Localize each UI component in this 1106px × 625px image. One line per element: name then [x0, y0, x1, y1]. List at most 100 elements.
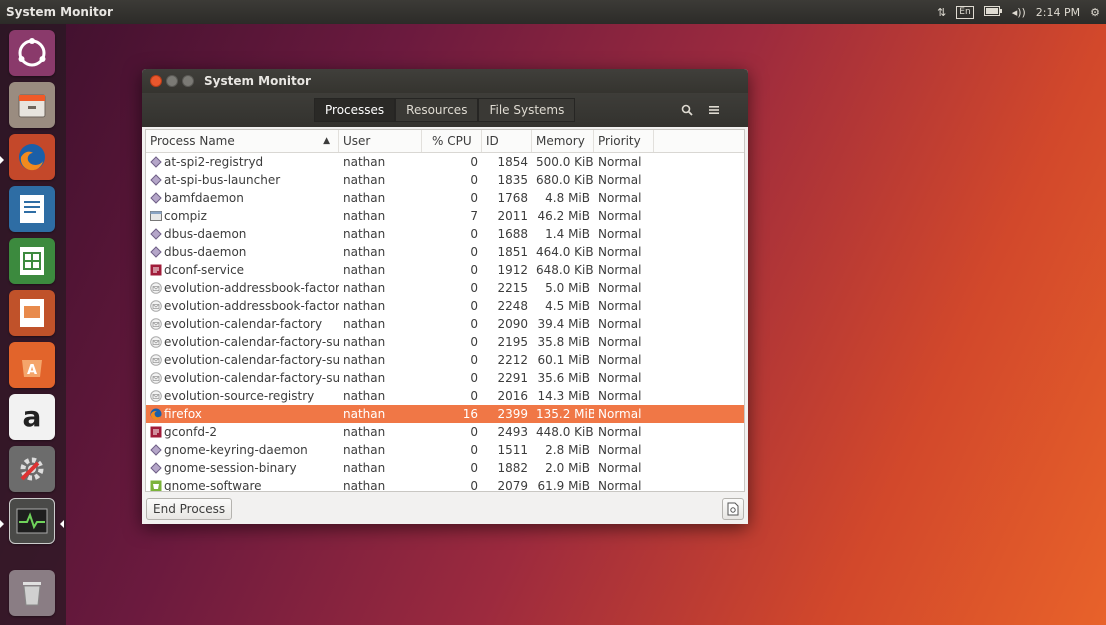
process-row[interactable]: gconfd-2 nathan 0 2493 448.0 KiB Normal	[146, 423, 744, 441]
process-row[interactable]: bamfdaemon nathan 0 1768 4.8 MiB Normal	[146, 189, 744, 207]
network-icon[interactable]: ⇅	[937, 6, 946, 19]
trash-icon	[18, 577, 46, 609]
minimize-window-button[interactable]	[166, 75, 178, 87]
process-name-cell: evolution-calendar-factory-sul	[146, 333, 339, 351]
process-memory: 680.0 KiB	[536, 173, 594, 187]
launcher-files[interactable]	[9, 82, 55, 128]
column-header-priority[interactable]: Priority	[594, 130, 654, 152]
process-priority: Normal	[598, 479, 642, 492]
process-priority: Normal	[598, 317, 642, 331]
process-priority: Normal	[598, 245, 642, 259]
process-name-cell: gnome-keyring-daemon	[146, 441, 339, 459]
process-row[interactable]: evolution-calendar-factory nathan 0 2090 39.…	[146, 315, 744, 333]
process-user: nathan	[343, 191, 386, 205]
process-name-cell: evolution-addressbook-factor	[146, 279, 339, 297]
launcher-libreoffice-impress[interactable]	[9, 290, 55, 336]
session-gear-icon[interactable]: ⚙	[1090, 6, 1100, 19]
column-header-process-name[interactable]: Process Name ▲	[146, 130, 339, 152]
process-id: 2195	[497, 335, 528, 349]
process-name: evolution-calendar-factory-sul	[164, 371, 339, 385]
process-cpu: 0	[470, 191, 478, 205]
process-row[interactable]: gnome-keyring-daemon nathan 0 1511 2.8 MiB No…	[146, 441, 744, 459]
column-header-memory[interactable]: Memory	[532, 130, 594, 152]
process-row[interactable]: evolution-source-registry nathan 0 2016 14.3…	[146, 387, 744, 405]
launcher-ubuntu-software[interactable]: A	[9, 342, 55, 388]
process-user: nathan	[343, 281, 386, 295]
process-priority: Normal	[598, 299, 642, 313]
process-table[interactable]: Process Name ▲ User % CPU ID Memory Prio…	[145, 129, 745, 492]
process-row[interactable]: gnome-session-binary nathan 0 1882 2.0 MiB No…	[146, 459, 744, 477]
tab-file-systems[interactable]: File Systems	[478, 98, 576, 122]
launcher-libreoffice-writer[interactable]	[9, 186, 55, 232]
process-diamond-icon	[150, 246, 162, 258]
header-toolbar: Processes Resources File Systems	[142, 93, 748, 127]
launcher-system-settings[interactable]	[9, 446, 55, 492]
process-row[interactable]: evolution-calendar-factory-sul nathan 0 229…	[146, 369, 744, 387]
process-name: gnome-session-binary	[164, 461, 297, 475]
launcher-libreoffice-calc[interactable]	[9, 238, 55, 284]
window-titlebar[interactable]: System Monitor	[142, 69, 748, 93]
column-label-process-name: Process Name	[150, 134, 235, 148]
maximize-window-button[interactable]	[182, 75, 194, 87]
process-priority: Normal	[598, 389, 642, 403]
dash-home-button[interactable]	[9, 30, 55, 76]
process-dconf-icon	[150, 264, 162, 276]
process-id: 2212	[497, 353, 528, 367]
process-row[interactable]: evolution-calendar-factory-sul nathan 0 221…	[146, 351, 744, 369]
process-memory: 448.0 KiB	[536, 425, 594, 439]
process-priority: Normal	[598, 443, 642, 457]
top-panel: System Monitor ⇅ En ◂)) 2:14 PM ⚙	[0, 0, 1106, 24]
process-row[interactable]: firefox nathan 16 2399 135.2 MiB Normal	[146, 405, 744, 423]
process-name: evolution-calendar-factory	[164, 317, 323, 331]
process-user: nathan	[343, 209, 386, 223]
keyboard-layout-indicator[interactable]: En	[956, 5, 974, 19]
column-header-cpu[interactable]: % CPU	[422, 130, 482, 152]
launcher-trash[interactable]	[9, 570, 55, 616]
process-row[interactable]: evolution-addressbook-factor nathan 0 2248 4…	[146, 297, 744, 315]
process-memory: 2.8 MiB	[545, 443, 590, 457]
end-process-button[interactable]: End Process	[146, 498, 233, 520]
process-name-cell: at-spi-bus-launcher	[146, 171, 339, 189]
process-priority: Normal	[598, 191, 642, 205]
tab-processes[interactable]: Processes	[314, 98, 396, 122]
process-cpu: 0	[470, 335, 478, 349]
process-row[interactable]: at-spi2-registryd nathan 0 1854 500.0 KiB Nor…	[146, 153, 744, 171]
launcher-firefox[interactable]	[9, 134, 55, 180]
process-priority: Normal	[598, 155, 642, 169]
process-id: 1912	[497, 263, 528, 277]
process-id: 2011	[497, 209, 528, 223]
tab-resources[interactable]: Resources	[395, 98, 479, 122]
process-properties-button[interactable]	[722, 498, 744, 520]
search-button[interactable]	[675, 98, 699, 122]
process-row[interactable]: gnome-software nathan 0 2079 61.9 MiB Normal	[146, 477, 744, 492]
column-header-user[interactable]: User	[339, 130, 422, 152]
ubuntu-logo-icon	[17, 38, 47, 68]
column-header-id[interactable]: ID	[482, 130, 532, 152]
process-row[interactable]: dbus-daemon nathan 0 1851 464.0 KiB Normal	[146, 243, 744, 261]
process-row[interactable]: dbus-daemon nathan 0 1688 1.4 MiB Normal	[146, 225, 744, 243]
process-row[interactable]: evolution-calendar-factory-sul nathan 0 219…	[146, 333, 744, 351]
clock[interactable]: 2:14 PM	[1036, 6, 1080, 19]
launcher-amazon[interactable]: a	[9, 394, 55, 440]
process-row[interactable]: at-spi-bus-launcher nathan 0 1835 680.0 KiB N…	[146, 171, 744, 189]
process-user: nathan	[343, 263, 386, 277]
process-cpu: 0	[470, 263, 478, 277]
menu-button[interactable]	[702, 98, 726, 122]
process-row[interactable]: compiz nathan 7 2011 46.2 MiB Normal	[146, 207, 744, 225]
process-cpu: 0	[470, 479, 478, 492]
process-row[interactable]: evolution-addressbook-factor nathan 0 2215 5…	[146, 279, 744, 297]
process-id: 1768	[497, 191, 528, 205]
process-row[interactable]: dconf-service nathan 0 1912 648.0 KiB Normal	[146, 261, 744, 279]
process-table-header: Process Name ▲ User % CPU ID Memory Prio…	[146, 130, 744, 153]
process-name-cell: evolution-calendar-factory	[146, 315, 339, 333]
file-cabinet-icon	[16, 89, 48, 121]
process-envelope-icon	[150, 354, 162, 366]
close-window-button[interactable]	[150, 75, 162, 87]
indicator-area: ⇅ En ◂)) 2:14 PM ⚙	[937, 5, 1100, 19]
battery-icon[interactable]	[983, 5, 1002, 19]
volume-icon[interactable]: ◂))	[1012, 6, 1026, 19]
process-user: nathan	[343, 443, 386, 457]
process-name-cell: at-spi2-registryd	[146, 153, 339, 171]
launcher-system-monitor[interactable]	[9, 498, 55, 544]
process-name-cell: gconfd-2	[146, 423, 339, 441]
